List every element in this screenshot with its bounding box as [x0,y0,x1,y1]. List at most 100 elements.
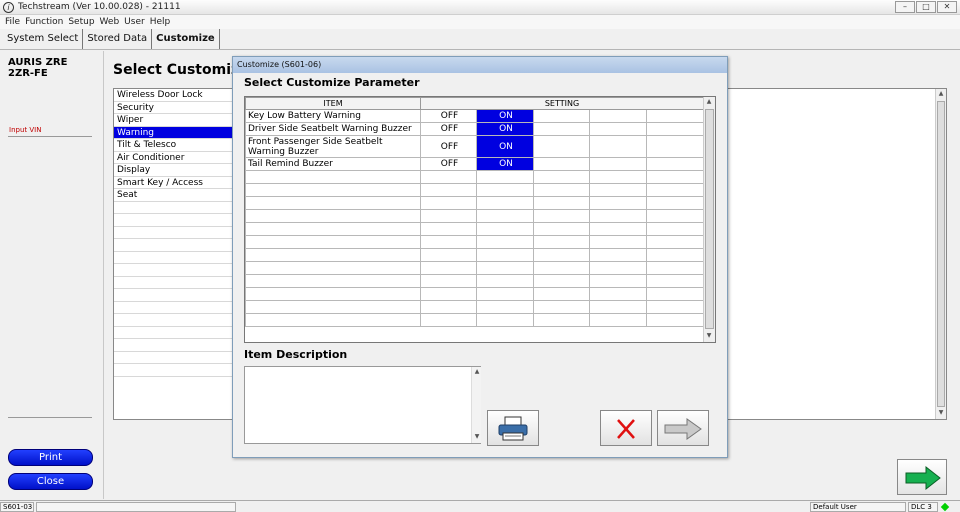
close-icon[interactable]: ✕ [937,1,957,13]
item-name[interactable]: Driver Side Seatbelt Warning Buzzer [245,122,421,136]
vehicle-model: AURIS ZRE [8,57,68,68]
list-item[interactable]: Wireless Door Lock [114,89,233,102]
next-dialog-button[interactable] [657,410,709,446]
list-item [114,227,233,239]
table-row[interactable]: Tail Remind Buzzer OFF ON [245,157,704,171]
status-connection: DLC 3 [908,502,938,512]
list-item [114,364,233,377]
table-row [245,209,704,223]
list-item [114,289,233,302]
main-scrollbar[interactable]: ▲ ▼ [935,89,946,419]
item-name[interactable]: Front Passenger Side Seatbelt Warning Bu… [245,135,421,158]
list-item [114,202,233,214]
red-x-icon [617,419,635,439]
window-title: Techstream (Ver 10.00.028) - 21111 [18,2,181,12]
list-item[interactable]: Security [114,102,233,114]
tab-system-select[interactable]: System Select [3,29,84,49]
list-item[interactable]: Warning [114,126,233,139]
list-item [114,302,233,314]
table-row[interactable]: Key Low Battery Warning OFF ON [245,109,704,123]
print-button[interactable]: Print [8,449,93,466]
green-arrow-icon [905,465,941,491]
column-header-item: ITEM [245,97,421,110]
list-item[interactable]: Tilt & Telesco [114,139,233,152]
maximize-icon[interactable]: □ [916,1,936,13]
menu-web[interactable]: Web [99,15,124,29]
next-button[interactable] [897,459,947,495]
list-item [114,239,233,252]
setting-off[interactable]: OFF [420,109,477,123]
close-button[interactable]: Close [8,473,93,490]
list-item [114,327,233,339]
dialog-heading: Select Customize Parameter [244,76,420,89]
table-row[interactable]: Front Passenger Side Seatbelt Warning Bu… [245,135,704,158]
list-item [114,277,233,289]
table-row [245,248,704,262]
item-name[interactable]: Key Low Battery Warning [245,109,421,123]
function-table-right: ▲ ▼ [726,88,947,420]
setting-on[interactable]: ON [476,135,534,158]
list-item[interactable]: Smart Key / Access [114,177,233,189]
table-row [245,170,704,184]
setting-on[interactable]: ON [476,122,534,136]
table-row [245,313,704,327]
item-description-label: Item Description [244,348,348,361]
menu-function[interactable]: Function [24,15,67,29]
print-dialog-button[interactable] [487,410,539,446]
cancel-button[interactable] [600,410,652,446]
setting-off[interactable]: OFF [420,122,477,136]
scroll-down-icon[interactable]: ▼ [704,332,714,339]
list-item [114,314,233,327]
scrollbar-thumb[interactable] [705,109,714,329]
setting-on[interactable]: ON [476,109,534,123]
tab-row: System Select Stored Data Customize [0,29,960,50]
list-item[interactable]: Seat [114,189,233,202]
scroll-up-icon[interactable]: ▲ [704,98,714,105]
setting-off[interactable]: OFF [420,157,477,171]
right-arrow-icon [664,418,702,440]
description-scrollbar[interactable]: ▲ ▼ [471,367,481,443]
connection-status-icon [940,502,950,512]
menu-user[interactable]: User [123,15,149,29]
item-name[interactable]: Tail Remind Buzzer [245,157,421,171]
table-row[interactable]: Driver Side Seatbelt Warning Buzzer OFF … [245,122,704,136]
item-description-box[interactable] [244,366,481,444]
menu-setup[interactable]: Setup [67,15,98,29]
tab-stored-data[interactable]: Stored Data [83,29,153,49]
tab-customize[interactable]: Customize [152,29,220,49]
table-row [245,235,704,249]
setting-on[interactable]: ON [476,157,534,171]
scroll-down-icon[interactable]: ▼ [472,433,482,440]
customize-dialog: Customize (S601-06) Select Customize Par… [232,56,728,458]
scroll-up-icon[interactable]: ▲ [472,368,482,375]
function-list: Wireless Door Lock Security Wiper Warnin… [113,88,234,420]
minimize-icon[interactable]: – [895,1,915,13]
scroll-up-icon[interactable]: ▲ [936,90,946,97]
table-row [245,287,704,301]
menu-file[interactable]: File [4,15,24,29]
setting-off[interactable]: OFF [420,135,477,158]
list-item[interactable]: Display [114,164,233,177]
grid-scrollbar[interactable]: ▲ ▼ [703,97,715,342]
column-header-setting: SETTING [420,97,704,110]
table-row [245,196,704,210]
input-vin-label[interactable]: Input VIN [9,126,41,134]
status-screen-id: S601-03 [0,502,34,512]
menu-help[interactable]: Help [149,15,175,29]
parameter-grid: ITEM SETTING Key Low Battery Warning OFF… [244,96,716,343]
scrollbar-thumb[interactable] [937,101,945,407]
list-item [114,264,233,277]
menu-bar: File Function Setup Web User Help [0,15,960,29]
table-row [245,300,704,314]
list-item[interactable]: Wiper [114,114,233,127]
window-controls: – □ ✕ [895,1,957,13]
list-item [114,339,233,352]
table-row [245,274,704,288]
left-panel: AURIS ZRE 2ZR-FE Input VIN Print Close [0,51,104,499]
vehicle-engine: 2ZR-FE [8,68,48,79]
list-item[interactable]: Air Conditioner [114,152,233,164]
list-item [114,214,233,227]
scroll-down-icon[interactable]: ▼ [936,409,946,416]
divider [8,136,92,137]
status-bar: S601-03 Default User DLC 3 [0,500,960,512]
